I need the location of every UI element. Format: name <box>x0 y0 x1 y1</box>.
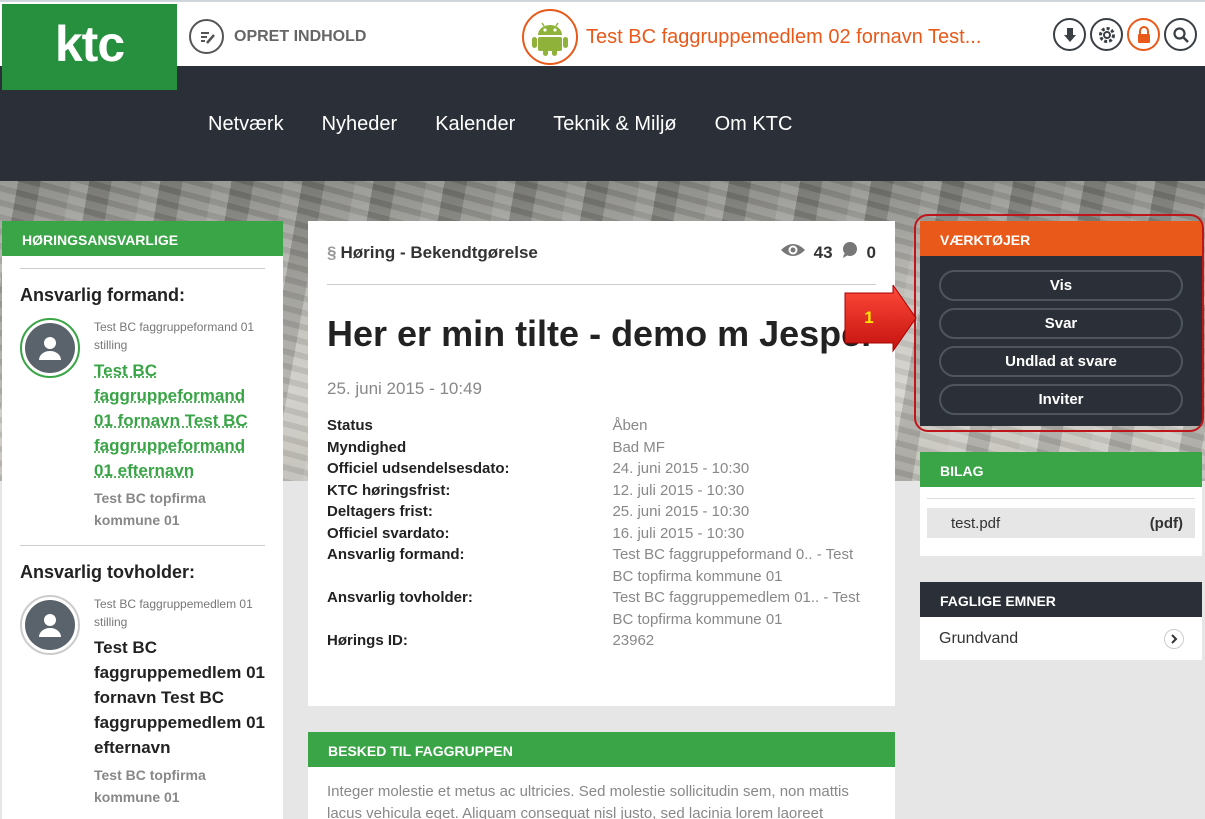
avatar[interactable] <box>20 318 80 378</box>
meta-row: Ansvarlig formand: Test BC faggruppeforma… <box>327 544 876 587</box>
article-meta: Status Åben Myndighed Bad MF Officiel udse… <box>327 415 876 652</box>
create-content-label: OPRET INDHOLD <box>234 28 366 46</box>
tovholder-company: Test BC topfirma kommune 01 <box>94 764 265 808</box>
undlad-at-svare-button[interactable]: Undlad at svare <box>939 346 1183 377</box>
user-profile[interactable]: Test BC faggruppemedlem 02 fornavn Test.… <box>522 9 981 65</box>
tools-panel: VÆRKTØJER Vis Svar Undlad at svare Invit… <box>920 221 1202 426</box>
person-icon <box>25 600 75 650</box>
meta-value: Test BC faggruppeformand 0.. - Test BC t… <box>612 544 876 587</box>
person-icon <box>25 323 75 373</box>
meta-row: Officiel udsendelsesdato: 24. juni 2015 -… <box>327 458 876 480</box>
meta-row: Deltagers frist: 25. juni 2015 - 10:30 <box>327 501 876 523</box>
meta-key: Officiel udsendelsesdato: <box>327 458 612 480</box>
eye-icon <box>780 242 806 263</box>
main-nav: Netværk Nyheder Kalender Teknik & Miljø … <box>208 113 792 136</box>
inviter-button[interactable]: Inviter <box>939 384 1183 415</box>
article-stats: 43 0 <box>780 241 876 264</box>
formand-position: Test BC faggruppeformand 01 stilling <box>94 318 265 354</box>
responsible-panel: HØRINGSANSVARLIGE Ansvarlig formand: Tes… <box>2 221 283 819</box>
attachments-panel: BILAG test.pdf (pdf) <box>920 452 1202 556</box>
message-title: BESKED TIL FAGGRUPPEN <box>308 732 895 767</box>
tovholder-card: Test BC faggruppemedlem 01 stilling Test… <box>20 595 265 808</box>
panel-title: HØRINGSANSVARLIGE <box>2 221 283 256</box>
formand-heading: Ansvarlig formand: <box>20 285 265 306</box>
comment-icon <box>841 241 859 264</box>
meta-key: KTC høringsfrist: <box>327 480 612 502</box>
topics-title: FAGLIGE EMNER <box>920 582 1202 617</box>
meta-row: Officiel svardato: 16. juli 2015 - 10:30 <box>327 523 876 545</box>
chevron-right-icon <box>1164 629 1184 649</box>
meta-row: Hørings ID: 23962 <box>327 630 876 652</box>
topics-panel: FAGLIGE EMNER Grundvand <box>920 582 1202 660</box>
comment-count: 0 <box>867 243 876 263</box>
meta-row: KTC høringsfrist: 12. juli 2015 - 10:30 <box>327 480 876 502</box>
meta-key: Deltagers frist: <box>327 501 612 523</box>
attachments-title: BILAG <box>920 452 1202 487</box>
android-avatar-icon <box>522 9 578 65</box>
lock-icon[interactable] <box>1127 18 1160 51</box>
marker-number: 1 <box>864 308 873 327</box>
vis-button[interactable]: Vis <box>939 270 1183 301</box>
message-body: Integer molestie et metus ac ultricies. … <box>308 767 895 819</box>
nav-item-teknik-miljo[interactable]: Teknik & Miljø <box>553 113 676 136</box>
divider <box>20 268 265 269</box>
article-date: 25. juni 2015 - 10:49 <box>327 379 876 399</box>
svar-button[interactable]: Svar <box>939 308 1183 339</box>
topic-label: Grundvand <box>939 630 1018 648</box>
nav-item-netvaerk[interactable]: Netværk <box>208 113 284 136</box>
meta-value: 24. juni 2015 - 10:30 <box>612 458 876 480</box>
meta-value: Åben <box>612 415 876 437</box>
article-type-label: Høring - Bekendtgørelse <box>340 243 537 262</box>
article-type: § Høring - Bekendtgørelse <box>327 243 538 263</box>
avatar[interactable] <box>20 595 80 655</box>
meta-key: Ansvarlig tovholder: <box>327 587 612 630</box>
meta-key: Hørings ID: <box>327 630 612 652</box>
meta-value: 12. juli 2015 - 10:30 <box>612 480 876 502</box>
meta-value: 25. juni 2015 - 10:30 <box>612 501 876 523</box>
meta-key: Myndighed <box>327 437 612 459</box>
file-name: test.pdf <box>951 515 1000 532</box>
formand-card: Test BC faggruppeformand 01 stilling Tes… <box>20 318 265 531</box>
download-icon[interactable] <box>1053 18 1086 51</box>
topic-item[interactable]: Grundvand <box>920 617 1202 660</box>
meta-row: Status Åben <box>327 415 876 437</box>
section-icon: § <box>327 243 336 262</box>
article-title: Her er min tilte - demo m Jesper <box>327 311 876 357</box>
tovholder-position: Test BC faggruppemedlem 01 stilling <box>94 595 265 631</box>
formand-name-link[interactable]: Test BC faggruppeformand 01 fornavn Test… <box>94 358 265 483</box>
meta-value: Test BC faggruppemedlem 01.. - Test BC t… <box>612 587 876 630</box>
meta-row: Myndighed Bad MF <box>327 437 876 459</box>
meta-key: Status <box>327 415 612 437</box>
meta-key: Officiel svardato: <box>327 523 612 545</box>
tovholder-name: Test BC faggruppemedlem 01 fornavn Test … <box>94 635 265 760</box>
create-content-button[interactable]: OPRET INDHOLD <box>189 19 366 54</box>
meta-value: 23962 <box>612 630 876 652</box>
meta-key: Ansvarlig formand: <box>327 544 612 587</box>
formand-company: Test BC topfirma kommune 01 <box>94 487 265 531</box>
meta-value: 16. juli 2015 - 10:30 <box>612 523 876 545</box>
divider <box>927 498 1195 499</box>
article-panel: § Høring - Bekendtgørelse 43 0 Her er min… <box>308 221 895 706</box>
tovholder-heading: Ansvarlig tovholder: <box>20 562 265 583</box>
meta-row: Ansvarlig tovholder: Test BC faggruppemed… <box>327 587 876 630</box>
top-bar: OPRET INDHOLD Test BC faggruppemedlem 02… <box>0 0 1205 66</box>
file-type: (pdf) <box>1150 515 1183 532</box>
nav-item-kalender[interactable]: Kalender <box>435 113 515 136</box>
edit-icon <box>189 19 224 54</box>
logo-text: ktc <box>55 15 124 73</box>
tools-title: VÆRKTØJER <box>920 221 1202 256</box>
gear-icon[interactable] <box>1090 18 1123 51</box>
search-icon[interactable] <box>1164 18 1197 51</box>
ktc-logo[interactable]: ktc <box>2 4 177 90</box>
attachment-file[interactable]: test.pdf (pdf) <box>927 508 1195 538</box>
user-name: Test BC faggruppemedlem 02 fornavn Test.… <box>586 26 981 49</box>
annotation-arrow-marker: 1 <box>843 285 918 360</box>
divider <box>20 545 265 546</box>
view-count: 43 <box>814 243 833 263</box>
nav-item-om-ktc[interactable]: Om KTC <box>715 113 793 136</box>
nav-item-nyheder[interactable]: Nyheder <box>322 113 398 136</box>
meta-value: Bad MF <box>612 437 876 459</box>
message-panel: BESKED TIL FAGGRUPPEN Integer molestie e… <box>308 732 895 819</box>
